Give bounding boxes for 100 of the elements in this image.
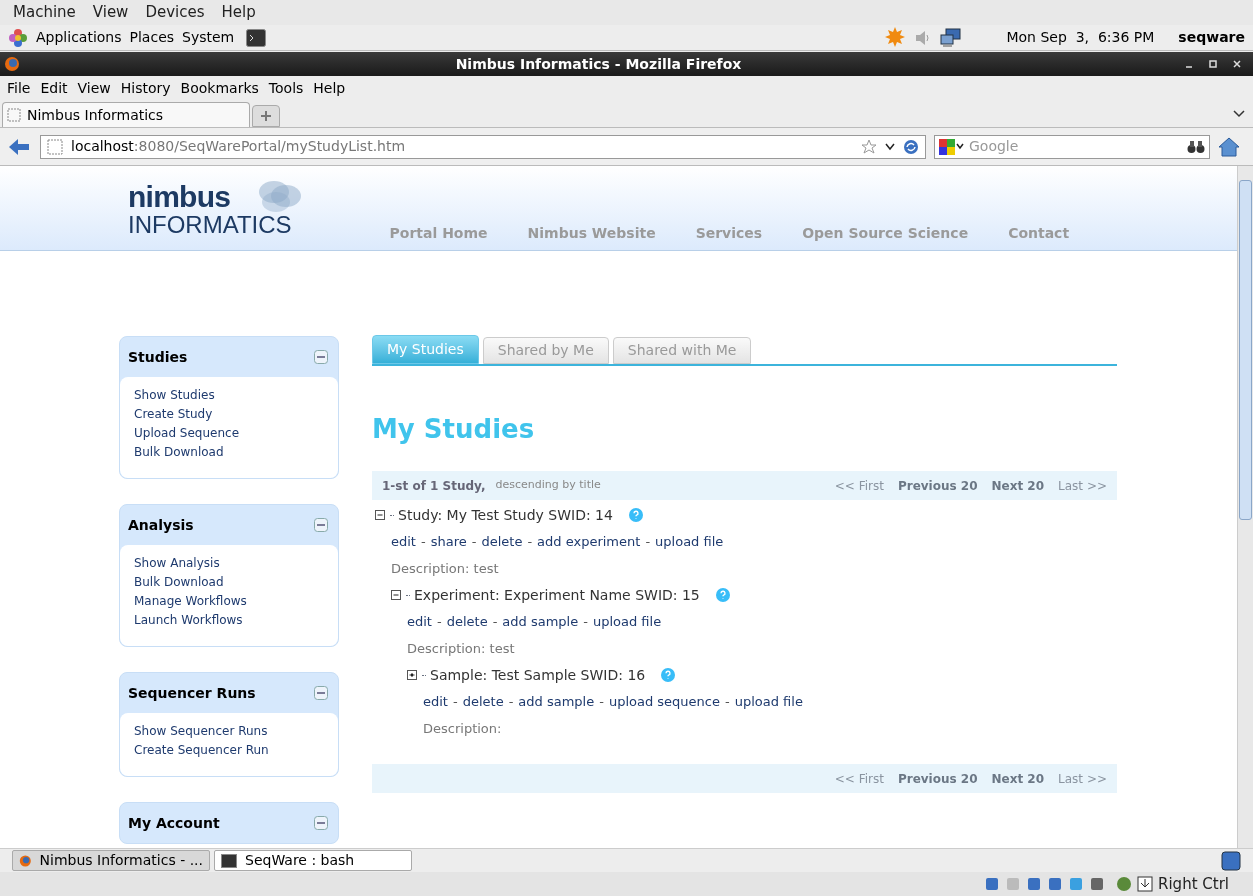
pager-link[interactable]: Previous 20 xyxy=(897,476,978,495)
action-link[interactable]: share xyxy=(430,532,467,552)
page-heading: My Studies xyxy=(372,413,536,446)
sun-icon[interactable] xyxy=(884,26,907,49)
chevron-down-icon[interactable] xyxy=(885,142,895,151)
page-icon xyxy=(47,138,63,155)
menu-item[interactable]: Machine xyxy=(5,1,84,24)
menu-item[interactable]: Tools xyxy=(263,78,309,99)
link-separator: - xyxy=(582,613,589,632)
device-icon[interactable] xyxy=(1047,876,1064,892)
sidebar-link[interactable]: Show Sequencer Runs xyxy=(134,723,324,739)
logo-wordmark[interactable]: nimbus xyxy=(128,182,292,212)
description-text: Description: test xyxy=(406,640,516,659)
action-link[interactable]: add sample xyxy=(502,612,579,632)
menu-item[interactable]: View xyxy=(84,1,137,24)
taskbar-button[interactable]: Nimbus Informatics - ... xyxy=(12,850,210,871)
panel-menu[interactable]: System xyxy=(182,27,235,48)
collapse-icon[interactable] xyxy=(314,816,328,830)
sidebar-link[interactable]: Create Study xyxy=(134,406,324,422)
help-icon[interactable] xyxy=(661,668,676,682)
sidebar-link[interactable]: Bulk Download xyxy=(134,574,324,590)
clock[interactable]: Mon Sep 3, 6:36 PM xyxy=(1006,27,1155,48)
description-text: Description: test xyxy=(390,560,500,579)
home-icon[interactable] xyxy=(1218,136,1240,157)
panel-title: Studies xyxy=(128,347,188,367)
back-arrow-icon[interactable] xyxy=(8,137,30,156)
device-icon[interactable] xyxy=(1026,876,1043,892)
collapse-icon[interactable] xyxy=(314,350,328,364)
host-key-label: Right Ctrl xyxy=(1158,873,1229,895)
sidebar-link[interactable]: Show Analysis xyxy=(134,555,324,571)
sidebar-link[interactable]: Manage Workflows xyxy=(134,593,324,609)
collapse-icon[interactable] xyxy=(375,509,386,521)
menu-item[interactable]: History xyxy=(115,78,176,99)
flower-icon[interactable] xyxy=(8,27,28,48)
chevron-down-icon[interactable] xyxy=(1233,109,1245,119)
collapse-icon[interactable] xyxy=(391,589,402,601)
pager-link[interactable]: Previous 20 xyxy=(897,769,978,788)
menu-item[interactable]: Bookmarks xyxy=(175,78,264,99)
pager-link[interactable]: Next 20 xyxy=(991,476,1045,495)
logo-subtitle[interactable]: INFORMATICS xyxy=(128,213,292,237)
action-link[interactable]: delete xyxy=(481,532,523,552)
action-link[interactable]: edit xyxy=(423,692,448,712)
pager-link[interactable]: Next 20 xyxy=(991,769,1045,788)
menu-item[interactable]: View xyxy=(72,78,116,99)
menu-item[interactable]: Edit xyxy=(35,78,73,99)
panel-menu[interactable]: Applications xyxy=(36,27,122,48)
link-separator: - xyxy=(507,693,515,712)
binoculars-icon[interactable] xyxy=(1187,139,1205,154)
scrollbar[interactable] xyxy=(1237,166,1253,848)
panel-menu[interactable]: Places xyxy=(129,27,175,48)
device-icon[interactable] xyxy=(984,876,1001,892)
result-count: 1-st of 1 Study, xyxy=(382,477,486,495)
link-separator: - xyxy=(451,693,459,712)
description-text: Description: xyxy=(422,720,503,739)
browser-tab[interactable]: Nimbus Informatics xyxy=(2,102,250,127)
device-icon[interactable] xyxy=(1068,876,1085,892)
menu-item[interactable]: Help xyxy=(308,78,351,99)
link-separator: - xyxy=(526,533,534,552)
menu-item[interactable]: Help xyxy=(213,1,264,24)
sidebar-link[interactable]: Bulk Download xyxy=(134,444,324,460)
action-link[interactable]: upload file xyxy=(734,692,803,712)
taskbar-button[interactable]: SeqWare : bash xyxy=(214,850,412,871)
action-link[interactable]: add sample xyxy=(518,692,595,712)
action-link[interactable]: edit xyxy=(391,532,416,552)
help-icon[interactable] xyxy=(715,588,730,602)
action-link[interactable]: add experiment xyxy=(537,532,641,552)
download-icon[interactable] xyxy=(1137,876,1154,892)
sidebar-link[interactable]: Show Studies xyxy=(134,387,324,403)
action-link[interactable]: delete xyxy=(446,612,488,632)
workspace-icon[interactable] xyxy=(1221,850,1241,871)
action-link[interactable]: upload file xyxy=(592,612,662,632)
google-icon[interactable] xyxy=(939,138,965,155)
menu-item[interactable]: Devices xyxy=(137,1,213,24)
new-tab-button[interactable] xyxy=(252,105,280,127)
terminal-icon[interactable] xyxy=(246,28,267,47)
search-field[interactable]: Google xyxy=(969,136,1183,157)
action-link[interactable]: edit xyxy=(407,612,432,632)
sidebar-link[interactable]: Create Sequencer Run xyxy=(134,742,324,758)
reload-icon[interactable] xyxy=(903,138,919,155)
star-icon[interactable] xyxy=(861,138,877,155)
action-link[interactable]: upload file xyxy=(655,532,724,552)
search-bar[interactable]: Google xyxy=(934,134,1210,159)
expand-icon[interactable] xyxy=(407,669,418,681)
action-link[interactable]: upload sequence xyxy=(608,692,720,712)
action-link[interactable]: delete xyxy=(462,692,504,712)
sidebar-link[interactable]: Upload Sequence xyxy=(134,425,324,441)
collapse-icon[interactable] xyxy=(314,518,328,532)
network-icon[interactable] xyxy=(940,27,963,48)
collapse-icon[interactable] xyxy=(314,686,328,700)
help-icon[interactable] xyxy=(628,508,643,522)
panel-title: Analysis xyxy=(128,515,194,535)
device-icon[interactable] xyxy=(1089,876,1106,892)
menu-item[interactable]: File xyxy=(2,78,36,99)
tree-node-label: Experiment: Experiment Name SWID: 15 xyxy=(414,585,700,605)
sidebar-link[interactable]: Launch Workflows xyxy=(134,612,324,628)
user-name[interactable]: seqware xyxy=(1178,27,1245,48)
close-icon[interactable] xyxy=(1231,58,1243,70)
maximize-icon[interactable] xyxy=(1207,58,1219,70)
address-field[interactable]: localhost:8080/SeqWarePortal/myStudyList.htm xyxy=(40,134,926,159)
scroll-thumb[interactable] xyxy=(1239,180,1252,520)
